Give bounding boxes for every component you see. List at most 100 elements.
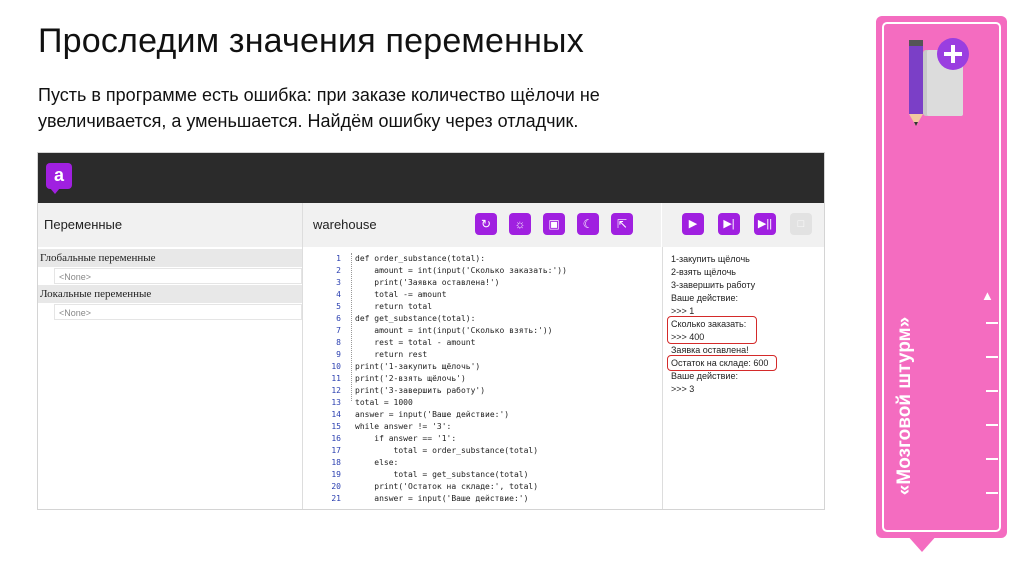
line-number: 8	[336, 338, 341, 347]
line-number: 5	[336, 302, 341, 311]
code-text: def order_substance(total):	[355, 254, 486, 263]
code-text: amount = int(input('Сколько заказать:'))	[355, 266, 567, 275]
step-over-icon[interactable]: ▶||	[754, 213, 776, 235]
variables-header: Переменные	[38, 203, 303, 247]
global-variables-none: <None>	[54, 268, 302, 284]
line-number: 4	[336, 290, 341, 299]
ruler-mark	[986, 458, 998, 460]
code-text: total = order_substance(total)	[355, 446, 539, 455]
code-line[interactable]: 14 answer = input('Ваше действие:')	[303, 409, 661, 421]
save-icon[interactable]: ▣	[543, 213, 565, 235]
code-text: rest = total - amount	[355, 338, 476, 347]
line-number: 21	[331, 494, 341, 503]
code-line[interactable]: 16 if answer == '1':	[303, 433, 661, 445]
code-text: def get_substance(total):	[355, 314, 476, 323]
file-name: warehouse	[313, 217, 377, 232]
code-line[interactable]: 6 def get_substance(total):	[303, 313, 661, 325]
line-number: 18	[331, 458, 341, 467]
code-line[interactable]: 10 print('1-закупить щёлочь')	[303, 361, 661, 373]
code-text: answer = input('Ваше действие:')	[355, 410, 510, 419]
code-line[interactable]: 19 total = get_substance(total)	[303, 469, 661, 481]
line-number: 16	[331, 434, 341, 443]
indent-guide	[351, 253, 352, 401]
line-number: 20	[331, 482, 341, 491]
console-line: 2-взять щёлочь	[671, 267, 736, 277]
line-number: 19	[331, 470, 341, 479]
code-text: print('Остаток на складе:', total)	[355, 482, 539, 491]
code-line[interactable]: 5 return total	[303, 301, 661, 313]
line-number: 10	[331, 362, 341, 371]
code-text: total = 1000	[355, 398, 413, 407]
variables-panel: Глобальные переменные <None> Локальные п…	[38, 247, 303, 509]
variables-title: Переменные	[44, 217, 123, 232]
code-line[interactable]: 21 answer = input('Ваше действие:')	[303, 493, 661, 505]
slide-subtitle: Пусть в программе есть ошибка: при заказ…	[38, 85, 600, 131]
code-line[interactable]: 7 amount = int(input('Сколько взять:'))	[303, 325, 661, 337]
theme-icon[interactable]: ☾	[577, 213, 599, 235]
ruler-mark	[986, 356, 998, 358]
side-banner-tail	[906, 534, 938, 552]
code-line[interactable]: 11 print('2-взять щёлочь')	[303, 373, 661, 385]
rocket-icon: ▲	[981, 288, 994, 303]
code-line[interactable]: 2 amount = int(input('Сколько заказать:'…	[303, 265, 661, 277]
line-number: 17	[331, 446, 341, 455]
stop-icon[interactable]: □	[790, 213, 812, 235]
line-number: 6	[336, 314, 341, 323]
console-line: Ваше действие:	[671, 371, 738, 381]
refresh-icon[interactable]: ↻	[475, 213, 497, 235]
code-line[interactable]: 13 total = 1000	[303, 397, 661, 409]
ruler-mark	[986, 322, 998, 324]
line-number: 14	[331, 410, 341, 419]
console-line: Ваше действие:	[671, 293, 738, 303]
fullscreen-icon[interactable]: ⇱	[611, 213, 633, 235]
code-line[interactable]: 3 print('Заявка оставлена!')	[303, 277, 661, 289]
code-line[interactable]: 9 return rest	[303, 349, 661, 361]
console-header: ▶ ▶| ▶|| □	[662, 203, 824, 247]
code-line[interactable]: 4 total -= amount	[303, 289, 661, 301]
line-number: 13	[331, 398, 341, 407]
code-line[interactable]: 18 else:	[303, 457, 661, 469]
code-text: return rest	[355, 350, 428, 359]
console-output: 1-закупить щёлочь 2-взять щёлочь 3-заверши…	[662, 247, 824, 509]
code-text: print('1-закупить щёлочь')	[355, 362, 481, 371]
console-line: >>> 3	[671, 384, 695, 394]
debug-icon[interactable]: ☼	[509, 213, 531, 235]
code-text: total -= amount	[355, 290, 447, 299]
run-icon[interactable]: ▶	[682, 213, 704, 235]
notebook-pencil-icon	[909, 38, 969, 126]
code-text: if answer == '1':	[355, 434, 457, 443]
line-number: 2	[336, 266, 341, 275]
line-number: 1	[336, 254, 341, 263]
console-line: 3-завершить работу	[671, 280, 756, 290]
code-text: total = get_substance(total)	[355, 470, 529, 479]
code-text: amount = int(input('Сколько взять:'))	[355, 326, 553, 335]
editor-header: warehouse ↻ ☼ ▣ ☾ ⇱	[303, 203, 661, 247]
code-text: return total	[355, 302, 433, 311]
code-text: print('3-завершить работу')	[355, 386, 486, 395]
console-line: 1-закупить щёлочь	[671, 254, 750, 264]
line-number: 9	[336, 350, 341, 359]
highlight-order-box	[667, 316, 757, 344]
line-number: 11	[331, 374, 341, 383]
code-text: while answer != '3':	[355, 422, 452, 431]
code-line[interactable]: 8 rest = total - amount	[303, 337, 661, 349]
step-icon[interactable]: ▶|	[718, 213, 740, 235]
code-text: else:	[355, 458, 399, 467]
code-line[interactable]: 12 print('3-завершить работу')	[303, 385, 661, 397]
app-logo[interactable]: a	[46, 163, 72, 194]
ruler-mark	[986, 492, 998, 494]
code-text: print('Заявка оставлена!')	[355, 278, 500, 287]
ide-window: a Переменные Глобальные переменные <None…	[37, 152, 825, 510]
highlight-stock-box	[667, 355, 777, 371]
code-editor[interactable]: 1 def order_substance(total): 2 amount = i…	[303, 247, 661, 509]
code-text: print('2-взять щёлочь')	[355, 374, 466, 383]
ide-topbar: a	[38, 153, 824, 203]
code-line[interactable]: 20 print('Остаток на складе:', total)	[303, 481, 661, 493]
code-line[interactable]: 15 while answer != '3':	[303, 421, 661, 433]
line-number: 7	[336, 326, 341, 335]
local-variables-label[interactable]: Локальные переменные	[38, 285, 302, 303]
code-line[interactable]: 1 def order_substance(total):	[303, 253, 661, 265]
code-line[interactable]: 17 total = order_substance(total)	[303, 445, 661, 457]
code-text: answer = input('Ваше действие:')	[355, 494, 529, 503]
global-variables-label[interactable]: Глобальные переменные	[38, 249, 302, 267]
